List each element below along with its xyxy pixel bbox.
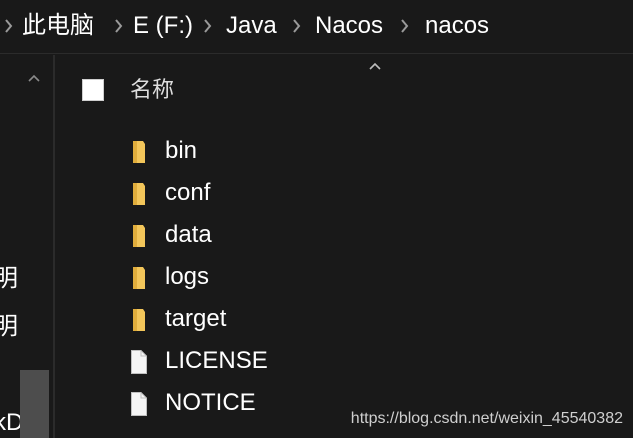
file-name: LICENSE (165, 347, 268, 374)
list-item[interactable]: conf (115, 174, 535, 212)
folder-icon (129, 181, 149, 207)
nav-scrollbar-thumb[interactable] (20, 370, 49, 438)
breadcrumb-item-drive[interactable]: E (F:) (133, 11, 193, 41)
list-item[interactable]: bin (115, 132, 535, 170)
file-name: logs (165, 263, 210, 290)
nav-item-partial[interactable]: 明 (0, 313, 18, 341)
file-explorer-window: 此电脑 E (F:) Java Nacos nacos 明 明 kD 名称 bi… (0, 0, 633, 438)
folder-icon (129, 223, 149, 249)
file-list: 名称 bin conf data logs target LICENSE NOT… (55, 55, 633, 438)
list-item[interactable]: logs (115, 258, 535, 296)
file-name: conf (165, 179, 211, 206)
chevron-up-icon[interactable] (27, 73, 41, 83)
breadcrumb-item-nacos-current[interactable]: nacos (425, 11, 489, 41)
file-name: target (165, 305, 227, 332)
breadcrumb-item-this-pc[interactable]: 此电脑 (22, 11, 94, 41)
chevron-right-icon[interactable] (292, 17, 302, 35)
chevron-right-icon[interactable] (4, 17, 14, 35)
folder-icon (129, 307, 149, 333)
address-bar[interactable]: 此电脑 E (F:) Java Nacos nacos (0, 0, 633, 54)
file-name: NOTICE (165, 389, 256, 416)
select-all-checkbox[interactable] (82, 79, 104, 101)
list-item[interactable]: data (115, 216, 535, 254)
navigation-pane: 明 明 kD (0, 55, 53, 438)
file-name: bin (165, 137, 198, 164)
chevron-right-icon[interactable] (114, 17, 124, 35)
file-name: data (165, 221, 212, 248)
file-icon (129, 391, 149, 417)
file-icon (129, 349, 149, 375)
breadcrumb-item-java[interactable]: Java (226, 11, 277, 41)
chevron-right-icon[interactable] (400, 17, 410, 35)
folder-icon (129, 139, 149, 165)
breadcrumb-item-nacos-parent[interactable]: Nacos (315, 11, 383, 41)
list-item[interactable]: LICENSE (115, 342, 535, 380)
chevron-right-icon[interactable] (203, 17, 213, 35)
nav-item-partial[interactable]: 明 (0, 265, 18, 293)
watermark-url: https://blog.csdn.net/weixin_45540382 (350, 410, 623, 427)
folder-icon (129, 265, 149, 291)
list-item[interactable]: target (115, 300, 535, 338)
column-header-name[interactable]: 名称 (130, 75, 174, 105)
chevron-up-icon (368, 62, 382, 71)
